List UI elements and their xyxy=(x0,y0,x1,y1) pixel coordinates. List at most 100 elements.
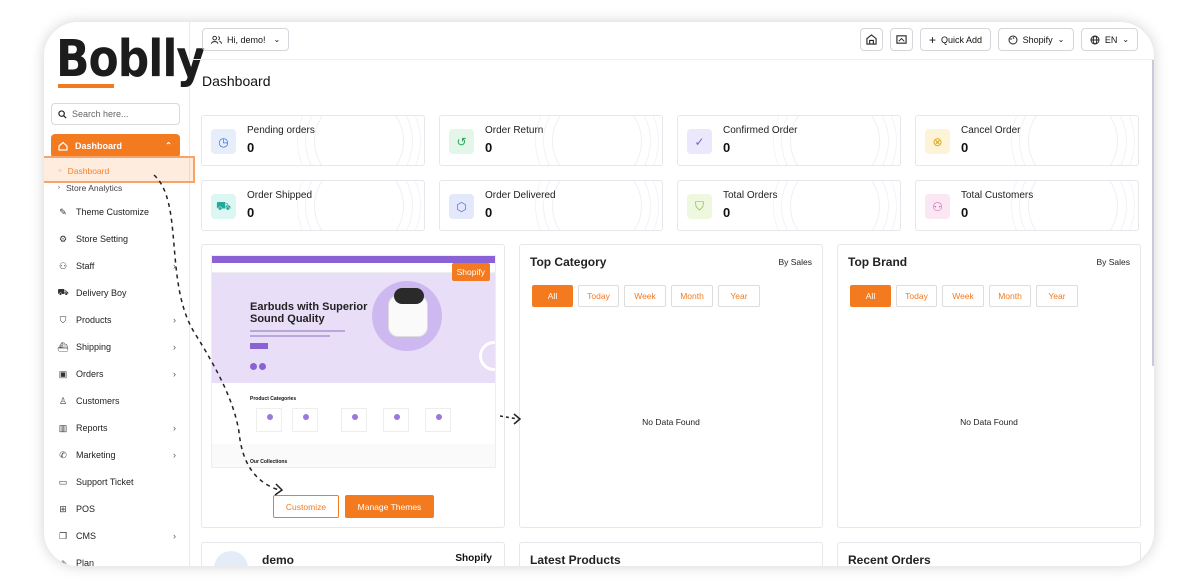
user-menu-button[interactable]: Hi, demo! ⌄ xyxy=(202,28,290,51)
filter-today[interactable]: Today xyxy=(578,285,619,307)
scrollbar[interactable] xyxy=(1152,60,1154,366)
preview-hero: Earbuds with Superior Sound Quality xyxy=(212,273,495,383)
sidebar-item-orders[interactable]: ▣ Orders › xyxy=(58,367,176,381)
sidebar-item-products[interactable]: ⛉ Products › xyxy=(58,313,176,327)
category-tile xyxy=(425,408,451,432)
preview-button[interactable] xyxy=(890,28,913,51)
filter-year[interactable]: Year xyxy=(718,285,760,307)
chevron-right-icon: › xyxy=(173,342,176,352)
quick-add-button[interactable]: + Quick Add xyxy=(920,28,991,51)
recent-orders-card: Recent Orders xyxy=(837,542,1141,566)
latest-products-card: Latest Products xyxy=(519,542,823,566)
sidebar: Boblly Dashboard ⌃ ○ Dashboard › Store A… xyxy=(44,22,205,567)
filter-year[interactable]: Year xyxy=(1036,285,1078,307)
card-title: Top Brand xyxy=(848,255,908,269)
decoration xyxy=(552,181,642,230)
chevron-right-icon: › xyxy=(173,531,176,541)
customize-button[interactable]: Customize xyxy=(273,495,339,518)
sidebar-item-customers[interactable]: ♙ Customers xyxy=(58,394,176,408)
chevron-right-icon: › xyxy=(173,315,176,325)
filter-all[interactable]: All xyxy=(532,285,573,307)
sidebar-item-cms[interactable]: ❐ CMS › xyxy=(58,529,176,543)
hero-button xyxy=(250,343,268,349)
chevron-right-icon: › xyxy=(173,369,176,379)
filter-week[interactable]: Week xyxy=(624,285,666,307)
sidebar-item-dashboard[interactable]: Dashboard ⌃ xyxy=(51,134,180,158)
sidebar-item-label: Orders xyxy=(76,369,104,379)
sort-label[interactable]: By Sales xyxy=(1096,257,1130,267)
box-icon: ▣ xyxy=(58,368,68,379)
stat-label: Order Shipped xyxy=(247,190,313,201)
sidebar-item-label: Support Ticket xyxy=(76,477,134,487)
sidebar-item-support-ticket[interactable]: ▭ Support Ticket xyxy=(58,475,176,489)
search-input[interactable] xyxy=(72,109,172,119)
hero-dot xyxy=(259,363,266,370)
decoration xyxy=(790,116,880,165)
stat-card[interactable]: ⛉ Total Orders 0 xyxy=(677,180,901,231)
home-button[interactable] xyxy=(860,28,883,51)
sidebar-item-label: Dashboard xyxy=(75,141,123,151)
highlight-box xyxy=(44,156,195,183)
stat-label: Cancel Order xyxy=(961,125,1021,136)
stat-card[interactable]: ⬡ Order Delivered 0 xyxy=(439,180,663,231)
sidebar-item-store-setting[interactable]: ⚙ Store Setting xyxy=(58,232,176,246)
hero-title-line: Earbuds with Superior xyxy=(250,301,368,313)
theme-preview: Earbuds with Superior Sound Quality Prod… xyxy=(211,255,496,468)
sidebar-item-plan[interactable]: ◈ Plan xyxy=(58,556,176,567)
store-name: demo xyxy=(262,553,295,566)
sidebar-item-pos[interactable]: ⊞ POS xyxy=(58,502,176,516)
sidebar-item-label: Customers xyxy=(76,396,120,406)
decoration xyxy=(314,116,404,165)
collections-title: Our Collections xyxy=(250,459,288,465)
filter-month[interactable]: Month xyxy=(989,285,1031,307)
categories-title: Product Categories xyxy=(250,396,297,402)
stat-label: Total Orders xyxy=(723,190,778,201)
stat-card[interactable]: ⛟ Order Shipped 0 xyxy=(201,180,425,231)
empty-state: No Data Found xyxy=(960,417,1018,427)
filter-today[interactable]: Today xyxy=(896,285,937,307)
decoration xyxy=(552,116,642,165)
decoration xyxy=(1028,181,1118,230)
stat-card[interactable]: ✓ Confirmed Order 0 xyxy=(677,115,901,166)
manage-themes-button[interactable]: Manage Themes xyxy=(345,495,434,518)
store-select[interactable]: Shopify ⌄ xyxy=(998,28,1074,51)
sidebar-item-staff[interactable]: ⚇ Staff › xyxy=(58,259,176,273)
clock-icon: ◷ xyxy=(211,129,236,154)
chevron-down-icon: ⌄ xyxy=(273,35,281,44)
decoration xyxy=(314,181,404,230)
stat-value: 0 xyxy=(961,205,969,220)
search-box[interactable] xyxy=(51,103,180,125)
cart-icon: ⛉ xyxy=(59,314,67,325)
sidebar-item-marketing[interactable]: ✆ Marketing › xyxy=(58,448,176,462)
preview-hero-title: Earbuds with Superior Sound Quality xyxy=(250,301,367,325)
sidebar-item-reports[interactable]: ▥ Reports › xyxy=(58,421,176,435)
sidebar-item-label: Marketing xyxy=(76,450,116,460)
chevron-right-icon: › xyxy=(173,261,176,271)
language-select[interactable]: EN ⌄ xyxy=(1081,28,1138,51)
stat-card[interactable]: ⊗ Cancel Order 0 xyxy=(915,115,1139,166)
subitem-store-analytics[interactable]: › Store Analytics xyxy=(58,183,122,193)
preview-topbar xyxy=(212,256,495,263)
filter-month[interactable]: Month xyxy=(671,285,713,307)
sidebar-item-label: Reports xyxy=(76,423,108,433)
stat-card[interactable]: ◷ Pending orders 0 xyxy=(201,115,425,166)
home-icon xyxy=(58,141,68,151)
empty-state: No Data Found xyxy=(642,417,700,427)
sidebar-item-shipping[interactable]: ⛴ Shipping › xyxy=(57,340,176,354)
chevron-right-icon: › xyxy=(173,450,176,460)
globe-icon xyxy=(1090,35,1100,44)
stat-value: 0 xyxy=(485,140,493,155)
sidebar-item-label: Staff xyxy=(76,261,95,271)
palette-icon xyxy=(1008,35,1018,44)
sort-label[interactable]: By Sales xyxy=(778,257,812,267)
stat-card[interactable]: ⚇ Total Customers 0 xyxy=(915,180,1139,231)
filter-all[interactable]: All xyxy=(850,285,891,307)
sidebar-item-delivery-boy[interactable]: ⛟ Delivery Boy xyxy=(57,286,176,300)
language-label: EN xyxy=(1104,34,1118,45)
stat-value: 0 xyxy=(247,205,255,220)
filter-week[interactable]: Week xyxy=(942,285,984,307)
subitem-label: Store Analytics xyxy=(66,183,123,193)
stat-card[interactable]: ↺ Order Return 0 xyxy=(439,115,663,166)
sidebar-item-theme-customize[interactable]: ✎ Theme Customize xyxy=(58,205,176,219)
stat-value: 0 xyxy=(961,140,969,155)
